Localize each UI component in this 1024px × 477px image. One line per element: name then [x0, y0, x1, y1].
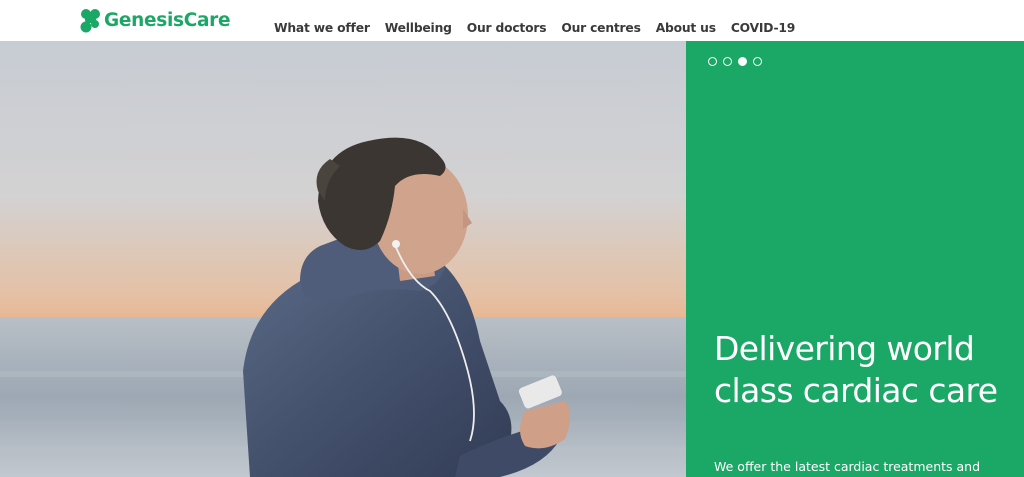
site-header: GenesisCare What we offer Wellbeing Our … — [0, 0, 1024, 41]
genesiscare-logo[interactable]: GenesisCare — [80, 6, 231, 36]
nav-item-our-doctors[interactable]: Our doctors — [467, 21, 547, 35]
genesiscare-logo-icon — [80, 9, 100, 33]
nav-item-our-centres[interactable]: Our centres — [561, 21, 641, 35]
carousel-dot-1[interactable] — [708, 57, 717, 66]
carousel-dots — [708, 57, 768, 66]
nav-item-wellbeing[interactable]: Wellbeing — [385, 21, 452, 35]
hero-headline: Delivering world class cardiac care — [714, 329, 998, 410]
nav-item-what-we-offer[interactable]: What we offer — [274, 21, 370, 35]
main-nav: What we offer Wellbeing Our doctors Our … — [274, 19, 810, 37]
carousel-dot-3[interactable] — [738, 57, 747, 66]
carousel-dot-2[interactable] — [723, 57, 732, 66]
nav-item-covid-19[interactable]: COVID-19 — [731, 21, 795, 35]
woman-running-on-beach-photo — [0, 41, 686, 477]
hero-carousel: Delivering world class cardiac care We o… — [0, 41, 1024, 477]
brand-name: GenesisCare — [104, 9, 231, 31]
nav-item-about-us[interactable]: About us — [656, 21, 716, 35]
carousel-dot-4[interactable] — [753, 57, 762, 66]
hero-text-panel: Delivering world class cardiac care We o… — [686, 41, 1024, 477]
hero-subtext: We offer the latest cardiac treatments a… — [714, 459, 981, 474]
